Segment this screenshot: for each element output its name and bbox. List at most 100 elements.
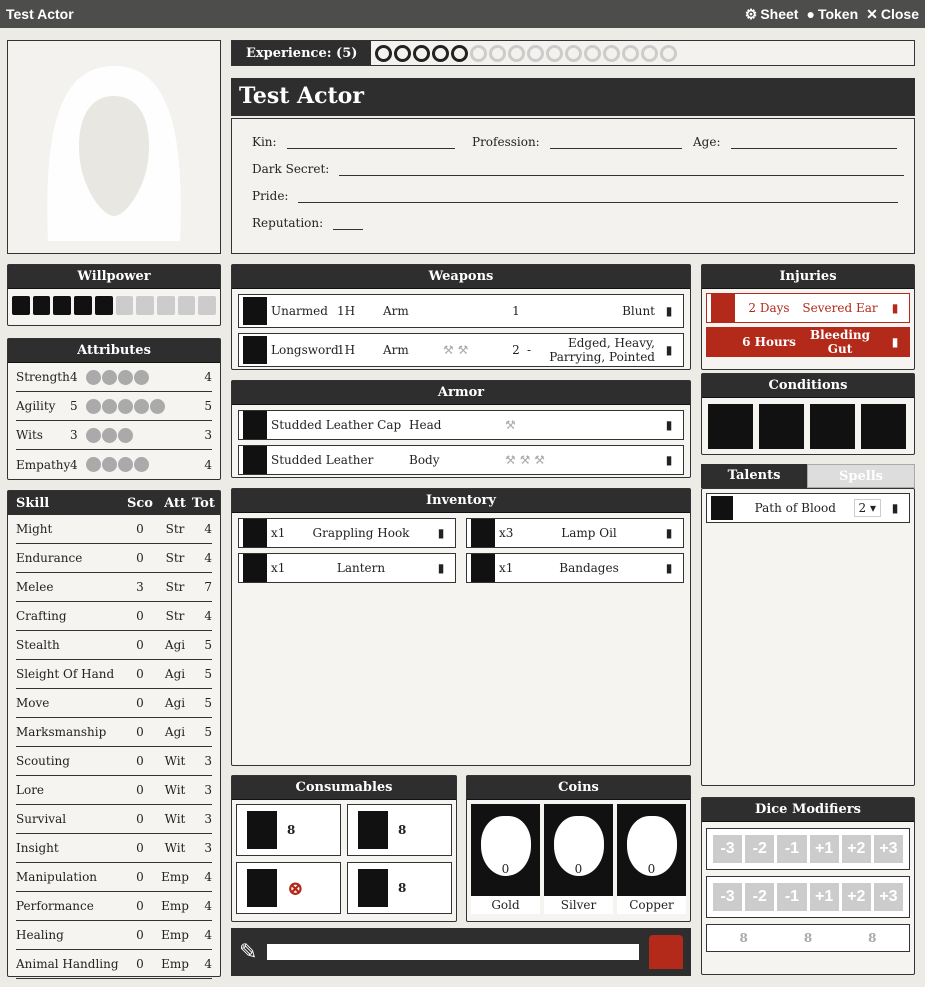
pride-field[interactable] (298, 189, 899, 203)
skill-score[interactable]: 0 (122, 841, 158, 855)
attribute-skulls[interactable] (86, 398, 204, 414)
skill-score[interactable]: 0 (122, 638, 158, 652)
skill-name[interactable]: Melee (16, 580, 122, 594)
close-button[interactable]: ✕ Close (866, 6, 919, 23)
skill-name[interactable]: Lore (16, 783, 122, 797)
skill-score[interactable]: 0 (122, 725, 158, 739)
skill-score[interactable]: 0 (122, 696, 158, 710)
experience-pip[interactable] (527, 44, 545, 62)
item-name[interactable]: Lantern (295, 561, 427, 575)
trash-icon[interactable]: ▮ (663, 343, 675, 357)
hungry-condition-icon[interactable] (708, 404, 753, 449)
d8-icon[interactable]: 8 (739, 931, 747, 945)
inventory-row[interactable]: x1 Grappling Hook ▮ (238, 518, 456, 548)
willpower-pip-icon[interactable] (136, 296, 154, 315)
actor-name[interactable]: Test Actor (231, 78, 915, 116)
willpower-pip-icon[interactable] (53, 296, 72, 315)
item-quantity[interactable]: x3 (499, 526, 523, 540)
skill-name[interactable]: Healing (16, 928, 122, 942)
skill-score[interactable]: 0 (122, 551, 158, 565)
skill-row[interactable]: Healing 0 Emp 4 (16, 921, 212, 950)
age-field[interactable] (730, 135, 897, 149)
willpower-pips[interactable] (8, 289, 220, 322)
skill-score[interactable]: 0 (122, 957, 158, 971)
weapon-row[interactable]: Unarmed 1H Arm 1 Blunt ▮ (238, 294, 684, 328)
experience-pips[interactable] (371, 44, 678, 62)
experience-pip[interactable] (489, 44, 507, 62)
cold-condition-icon[interactable] (861, 404, 906, 449)
inventory-row[interactable]: x1 Bandages ▮ (466, 553, 684, 583)
trash-icon[interactable]: ▮ (435, 526, 447, 540)
willpower-pip-icon[interactable] (32, 296, 51, 315)
attribute-skulls[interactable] (86, 427, 204, 443)
dice-modifier-button[interactable]: +3 (873, 835, 904, 863)
skill-row[interactable]: Crafting 0 Str 4 (16, 602, 212, 631)
experience-pip[interactable] (584, 44, 602, 62)
reputation-field[interactable] (333, 216, 364, 230)
willpower-pip-icon[interactable] (115, 296, 134, 315)
skill-score[interactable]: 0 (122, 928, 158, 942)
experience-pip[interactable] (470, 44, 488, 62)
skill-name[interactable]: Insight (16, 841, 122, 855)
willpower-pip-icon[interactable] (74, 296, 92, 315)
profession-field[interactable] (549, 135, 682, 149)
skill-row[interactable]: Marksmanship 0 Agi 5 (16, 718, 212, 747)
skill-row[interactable]: Manipulation 0 Emp 4 (16, 863, 212, 892)
attribute-skulls[interactable] (86, 457, 204, 472)
trash-icon[interactable]: ▮ (889, 335, 901, 349)
tab-talents[interactable]: Talents (701, 464, 807, 488)
experience-pip[interactable] (546, 44, 564, 62)
skill-score[interactable]: 0 (122, 812, 158, 826)
dice-modifier-button[interactable]: -2 (745, 835, 775, 863)
experience-pip[interactable] (451, 44, 469, 62)
skill-row[interactable]: Endurance 0 Str 4 (16, 544, 212, 573)
skill-name[interactable]: Survival (16, 812, 122, 826)
dice-modifier-button[interactable]: +3 (873, 883, 904, 911)
skill-row[interactable]: Performance 0 Emp 4 (16, 892, 212, 921)
experience-pip[interactable] (622, 44, 640, 62)
weapon-name[interactable]: Unarmed (271, 304, 337, 318)
armor-row[interactable]: Studded Leather Body ⚒ ⚒ ⚒ ▮ (238, 445, 684, 475)
dice-modifier-button[interactable]: +1 (809, 835, 839, 863)
skill-name[interactable]: Manipulation (16, 870, 122, 884)
dice-modifier-button[interactable]: -1 (777, 835, 807, 863)
actor-portrait[interactable] (7, 40, 221, 254)
item-quantity[interactable]: x1 (271, 526, 295, 540)
dice-modifier-button[interactable]: +1 (809, 883, 839, 911)
tab-spells[interactable]: Spells (807, 464, 915, 488)
d8-icon[interactable]: 8 (804, 931, 812, 945)
skill-name[interactable]: Might (16, 522, 122, 536)
gold-coins[interactable]: 0 Gold (471, 804, 540, 914)
skill-row[interactable]: Stealth 0 Agi 5 (16, 631, 212, 660)
skill-score[interactable]: 0 (122, 870, 158, 884)
skill-name[interactable]: Endurance (16, 551, 122, 565)
skill-score[interactable]: 0 (122, 899, 158, 913)
skill-row[interactable]: Insight 0 Wit 3 (16, 834, 212, 863)
skill-name[interactable]: Scouting (16, 754, 122, 768)
skill-name[interactable]: Move (16, 696, 122, 710)
skill-score[interactable]: 0 (122, 609, 158, 623)
skill-row[interactable]: Move 0 Agi 5 (16, 689, 212, 718)
trash-icon[interactable]: ▮ (663, 526, 675, 540)
dice-modifier-button[interactable]: -3 (713, 883, 743, 911)
kin-field[interactable] (286, 135, 455, 149)
thirsty-condition-icon[interactable] (759, 404, 804, 449)
skill-row[interactable]: Animal Handling 0 Emp 4 (16, 950, 212, 979)
item-quantity[interactable]: x1 (499, 561, 523, 575)
armor-name[interactable]: Studded Leather (271, 453, 409, 467)
item-name[interactable]: Lamp Oil (523, 526, 655, 540)
item-quantity[interactable]: x1 (271, 561, 295, 575)
skill-score[interactable]: 3 (122, 580, 158, 594)
dice-modifier-button[interactable]: +2 (841, 835, 871, 863)
experience-pip[interactable] (375, 44, 393, 62)
dark-secret-field[interactable] (339, 162, 905, 176)
experience-pip[interactable] (432, 44, 450, 62)
trash-icon[interactable]: ▮ (889, 501, 901, 515)
trash-icon[interactable]: ▮ (435, 561, 447, 575)
armor-name[interactable]: Studded Leather Cap (271, 418, 409, 432)
item-name[interactable]: Bandages (523, 561, 655, 575)
dice-modifier-button[interactable]: +2 (841, 883, 871, 911)
experience-pip[interactable] (565, 44, 583, 62)
skill-name[interactable]: Sleight Of Hand (16, 667, 122, 681)
experience-pip[interactable] (413, 44, 431, 62)
